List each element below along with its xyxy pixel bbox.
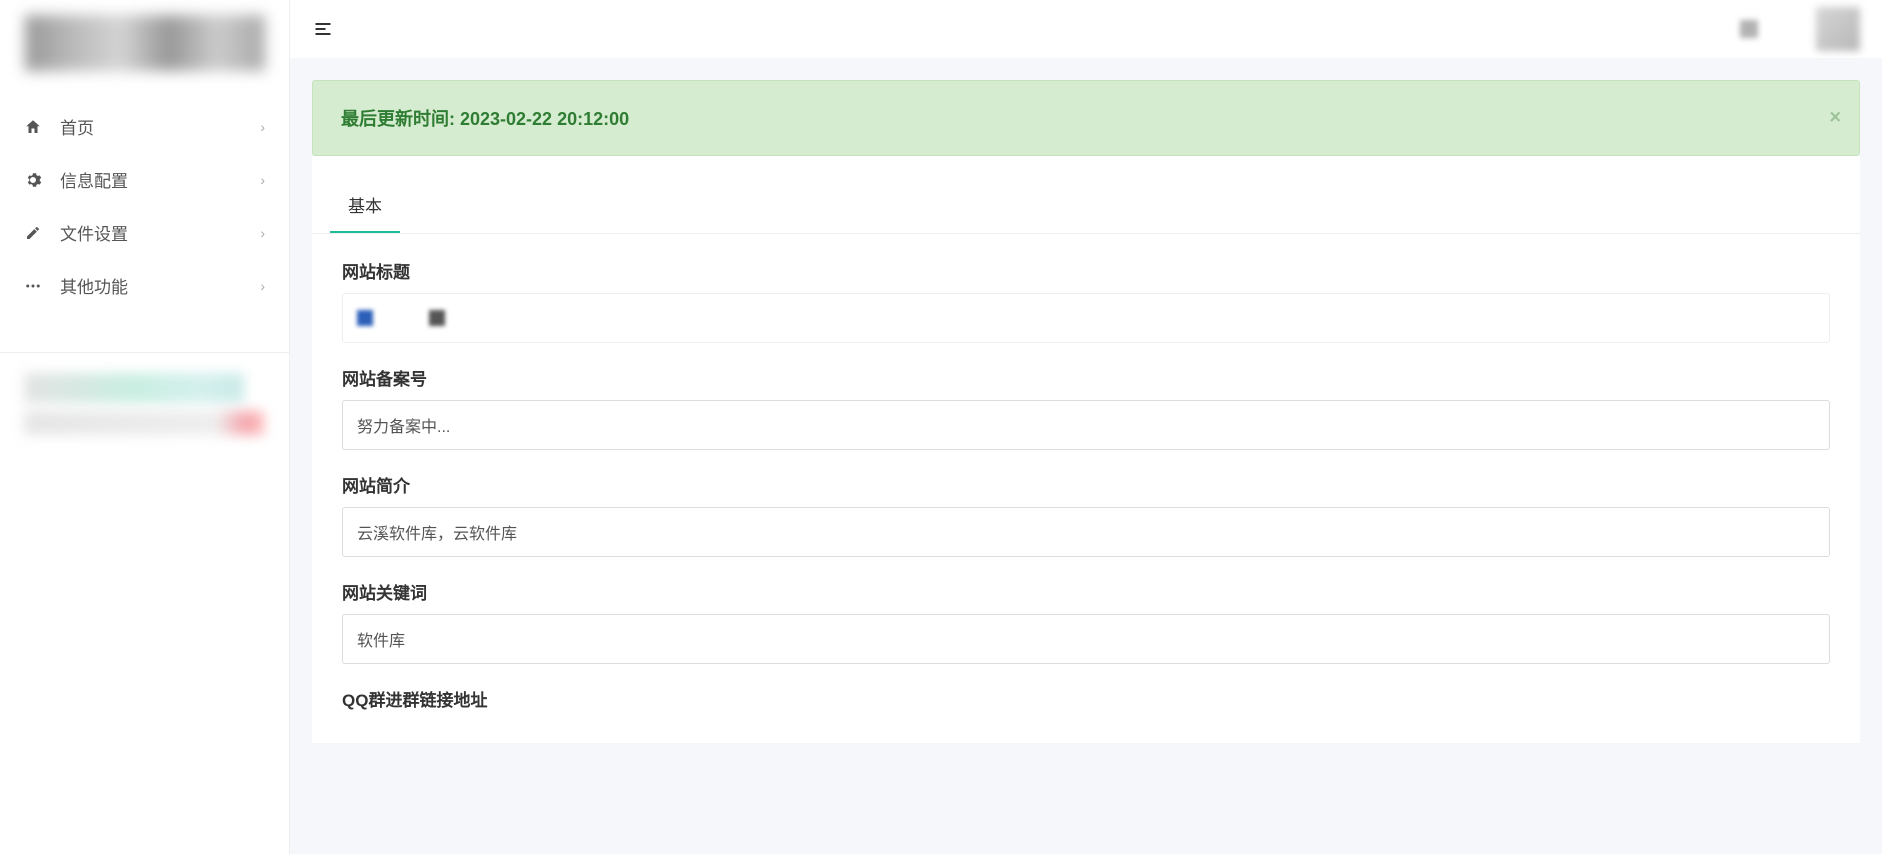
sidebar-footer bbox=[0, 352, 289, 435]
home-icon bbox=[24, 118, 42, 136]
sidebar-item-label: 首页 bbox=[60, 114, 260, 139]
main: 最后更新时间: 2023-02-22 20:12:00 × 基本 网站标题 bbox=[290, 0, 1882, 854]
icp-input[interactable] bbox=[342, 400, 1830, 450]
tabs: 基本 bbox=[312, 156, 1860, 234]
menu-toggle-icon[interactable] bbox=[312, 19, 334, 39]
qq-group-label: QQ群进群链接地址 bbox=[342, 686, 1830, 711]
obscured-content bbox=[357, 310, 373, 326]
sidebar-item-label: 信息配置 bbox=[60, 167, 260, 192]
keywords-input[interactable] bbox=[342, 614, 1830, 664]
settings-card: 基本 网站标题 网站备案号 bbox=[312, 156, 1860, 743]
chevron-right-icon: › bbox=[260, 278, 265, 294]
sidebar-footer-line1 bbox=[24, 373, 244, 403]
form-group-icp: 网站备案号 bbox=[342, 365, 1830, 450]
sidebar-item-label: 其他功能 bbox=[60, 273, 260, 298]
content: 最后更新时间: 2023-02-22 20:12:00 × 基本 网站标题 bbox=[290, 58, 1882, 765]
sidebar-item-label: 文件设置 bbox=[60, 220, 260, 245]
tab-label: 基本 bbox=[348, 197, 382, 216]
topbar bbox=[290, 0, 1882, 58]
pencil-icon bbox=[24, 224, 42, 242]
tab-basic[interactable]: 基本 bbox=[330, 180, 400, 233]
topbar-action-icon[interactable] bbox=[1740, 20, 1758, 38]
sidebar-footer-line2 bbox=[24, 411, 264, 435]
obscured-content bbox=[429, 310, 445, 326]
chevron-right-icon: › bbox=[260, 119, 265, 135]
update-time-alert: 最后更新时间: 2023-02-22 20:12:00 × bbox=[312, 80, 1860, 156]
sidebar-item-file-settings[interactable]: 文件设置 › bbox=[0, 206, 289, 259]
gear-icon bbox=[24, 171, 42, 189]
logo-area bbox=[0, 0, 289, 86]
intro-input[interactable] bbox=[342, 507, 1830, 557]
chevron-right-icon: › bbox=[260, 172, 265, 188]
form-group-site-title: 网站标题 bbox=[342, 258, 1830, 343]
site-title-label: 网站标题 bbox=[342, 258, 1830, 283]
sidebar-item-home[interactable]: 首页 › bbox=[0, 100, 289, 153]
form-group-intro: 网站简介 bbox=[342, 472, 1830, 557]
alert-text: 最后更新时间: 2023-02-22 20:12:00 bbox=[341, 109, 629, 129]
close-icon[interactable]: × bbox=[1829, 107, 1841, 130]
avatar[interactable] bbox=[1816, 7, 1860, 51]
chevron-right-icon: › bbox=[260, 225, 265, 241]
sidebar-item-info-config[interactable]: 信息配置 › bbox=[0, 153, 289, 206]
settings-form: 网站标题 网站备案号 网站简介 bbox=[312, 234, 1860, 743]
icp-label: 网站备案号 bbox=[342, 365, 1830, 390]
site-title-input[interactable] bbox=[342, 293, 1830, 343]
nav-list: 首页 › 信息配置 › 文件设置 › 其他功能 bbox=[0, 86, 289, 312]
keywords-label: 网站关键词 bbox=[342, 579, 1830, 604]
logo-image bbox=[25, 15, 265, 71]
form-group-keywords: 网站关键词 bbox=[342, 579, 1830, 664]
intro-label: 网站简介 bbox=[342, 472, 1830, 497]
sidebar-item-other[interactable]: 其他功能 › bbox=[0, 259, 289, 312]
more-icon bbox=[24, 277, 42, 295]
sidebar: 首页 › 信息配置 › 文件设置 › 其他功能 bbox=[0, 0, 290, 854]
form-group-qq-group: QQ群进群链接地址 bbox=[342, 686, 1830, 711]
